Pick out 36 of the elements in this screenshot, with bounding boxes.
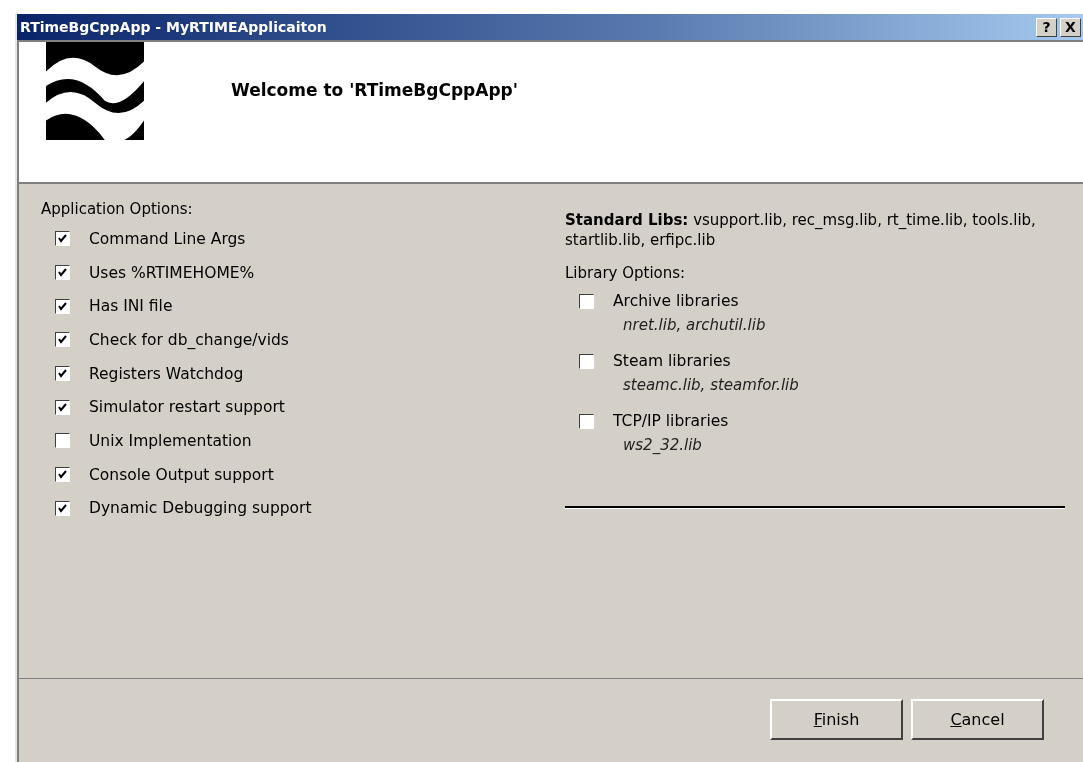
checkbox[interactable] [55, 298, 70, 314]
checkbox-label: Uses %RTIMEHOME% [89, 263, 255, 282]
checkbox[interactable] [579, 413, 594, 429]
checkbox-label: Dynamic Debugging support [89, 499, 312, 518]
checkbox[interactable] [55, 399, 70, 415]
checkbox-label: Archive libraries [613, 292, 739, 310]
window-title: RTimeBgCppApp - MyRTIMEApplicaiton [20, 19, 327, 35]
group-label: Library Options: [565, 264, 687, 284]
close-button[interactable]: X [1060, 17, 1081, 37]
checkbox-label: Check for db_change/vids [89, 330, 289, 349]
checkbox-label: Unix Implementation [89, 431, 252, 450]
checkbox[interactable] [55, 500, 70, 516]
library-files-text: nret.lib, archutil.lib [622, 316, 767, 334]
cancel-button[interactable]: Cancel [911, 699, 1044, 740]
checkbox-label: Registers Watchdog [89, 364, 244, 383]
checkbox-label: Console Output support [89, 465, 274, 484]
checkbox-label: TCP/IP libraries [613, 412, 729, 430]
checkbox[interactable] [55, 433, 70, 449]
checkbox-label: Command Line Args [89, 229, 246, 248]
standard-libs-text: Standard Libs: vsupport.lib, rec_msg.lib, rt_time.lib, tools.lib, startlib.lib, erfipc.lib [565, 210, 1037, 250]
checkbox-label: Has INI file [89, 297, 173, 316]
library-files-text: steamc.lib, steamfor.lib [622, 376, 800, 394]
checkbox[interactable] [579, 353, 594, 369]
help-button[interactable]: ? [1036, 17, 1057, 37]
checkbox[interactable] [579, 293, 594, 309]
checkbox[interactable] [55, 366, 70, 382]
checkbox-label: Simulator restart support [89, 398, 285, 417]
library-files-text: ws2_32.lib [622, 436, 703, 454]
welcome-heading: Welcome to 'RTimeBgCppApp' [231, 80, 518, 100]
checkbox[interactable] [55, 332, 70, 348]
checkbox[interactable] [55, 265, 70, 281]
checkbox[interactable] [55, 467, 70, 483]
group-label: Application Options: [41, 200, 194, 220]
finish-button[interactable]: Finish [770, 699, 903, 740]
checkbox[interactable] [55, 231, 70, 247]
checkbox-label: Steam libraries [613, 352, 731, 370]
